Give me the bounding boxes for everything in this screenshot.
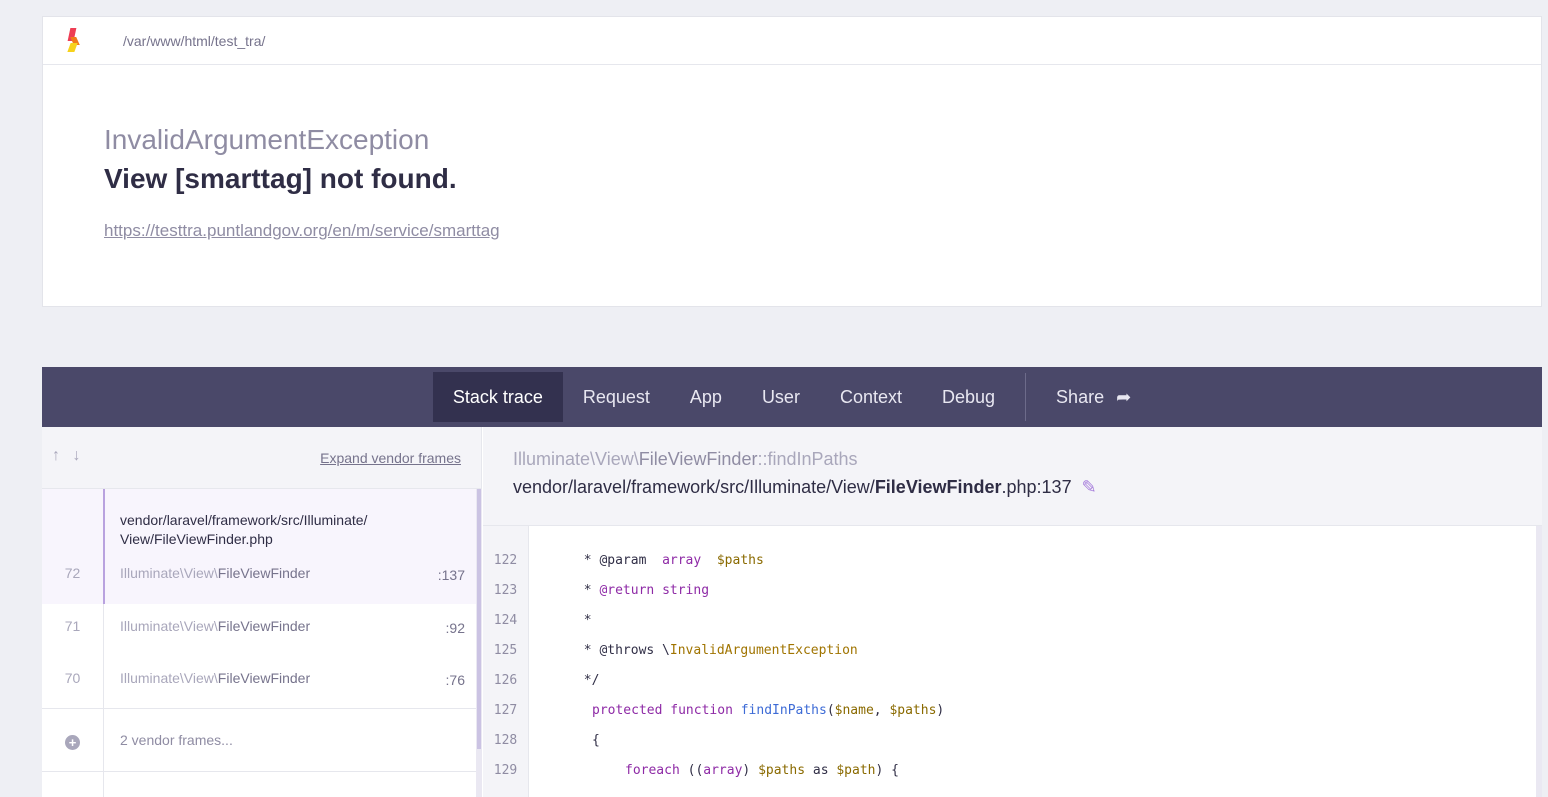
line-number[interactable]: 128 [483, 726, 528, 756]
code-line: * @param array $paths [529, 553, 764, 568]
frame-class: Illuminate\View\FileViewFinder [120, 670, 311, 686]
frame-file-path: vendor/laravel/framework/src/Illuminate/… [513, 477, 1097, 498]
error-card: /var/www/html/test_tra/ InvalidArgumentE… [42, 16, 1542, 307]
exception-message: View [smarttag] not found. [104, 163, 457, 194]
request-url-link[interactable]: https://testtra.puntlandgov.org/en/m/ser… [104, 221, 500, 241]
vendor-frames-group[interactable]: + 2 vendor frames... [42, 708, 481, 772]
tab-request[interactable]: Request [563, 372, 670, 422]
tab-share[interactable]: Share ➦ [1036, 372, 1151, 422]
tab-divider [1025, 373, 1027, 421]
frame-number: 71 [64, 618, 81, 634]
tab-context[interactable]: Context [820, 372, 922, 422]
tab-debug[interactable]: Debug [922, 372, 1015, 422]
stack-frame[interactable]: 71 Illuminate\View\FileViewFinder :92 [42, 604, 481, 656]
code-line: */ [529, 673, 600, 688]
line-number[interactable]: 123 [483, 576, 528, 606]
line-number[interactable]: 126 [483, 666, 528, 696]
frame-class: Illuminate\View\FileViewFinder [120, 618, 311, 634]
code-block: 122 123 124 125 126 127 128 129 * @param… [483, 526, 1542, 797]
frame-line: :137 [437, 567, 465, 583]
line-number[interactable]: 127 [483, 696, 528, 726]
frame-line: :92 [445, 620, 465, 636]
code-line: * @return string [529, 583, 710, 598]
code-line: * @throws \InvalidArgumentException [529, 643, 858, 658]
frames-header: ↑ ↓ Expand vendor frames [42, 427, 481, 489]
frames-list: 72 vendor/laravel/framework/src/Illumina… [42, 489, 481, 797]
stack-frame-selected[interactable]: 72 vendor/laravel/framework/src/Illumina… [42, 489, 481, 604]
share-arrow-icon: ➦ [1116, 386, 1132, 407]
tab-app[interactable]: App [670, 372, 742, 422]
share-label: Share [1056, 386, 1105, 407]
stack-frames-pane: ↑ ↓ Expand vendor frames 72 vendor/larav… [42, 427, 482, 797]
code-line: protected function findInPaths($name, $p… [592, 703, 945, 718]
source-code: * @param array $paths * @return string *… [529, 526, 1534, 797]
line-number[interactable]: 125 [483, 636, 528, 666]
line-numbers: 122 123 124 125 126 127 128 129 [483, 526, 529, 797]
code-viewer: Illuminate\View\FileViewFinder::findInPa… [483, 427, 1542, 797]
expand-vendor-frames-link[interactable]: Expand vendor frames [320, 450, 461, 466]
code-header: Illuminate\View\FileViewFinder::findInPa… [483, 427, 1542, 526]
project-path: /var/www/html/test_tra/ [123, 32, 266, 49]
details-panel: Stack trace Request App User Context Deb… [42, 367, 1542, 797]
line-number[interactable]: 124 [483, 606, 528, 636]
frame-number: 70 [64, 670, 81, 686]
frame-function: Illuminate\View\FileViewFinder::findInPa… [513, 449, 858, 469]
vendor-frames-label: 2 vendor frames... [120, 732, 233, 748]
expand-plus-icon: + [65, 735, 80, 750]
code-line: * [529, 613, 592, 628]
tab-bar: Stack trace Request App User Context Deb… [42, 367, 1542, 427]
code-line: { [592, 733, 600, 748]
code-line: foreach ((array) $paths as $path) { [625, 763, 899, 778]
edit-pencil-icon[interactable]: ✎ [1082, 477, 1097, 498]
code-scrollbar[interactable] [1536, 526, 1542, 797]
line-number[interactable]: 129 [483, 756, 528, 786]
frame-line: :76 [445, 672, 465, 688]
frames-scrollbar-thumb[interactable] [477, 489, 481, 749]
frame-class: Illuminate\View\FileViewFinder [120, 565, 311, 581]
exception-class: InvalidArgumentException [104, 124, 430, 155]
frame-number: 72 [64, 565, 81, 581]
tab-user[interactable]: User [742, 372, 820, 422]
top-bar: /var/www/html/test_tra/ [43, 17, 1541, 65]
line-number[interactable]: 122 [483, 546, 528, 576]
stack-frame[interactable]: 70 Illuminate\View\FileViewFinder :76 [42, 656, 481, 708]
tab-stack-trace[interactable]: Stack trace [432, 372, 563, 422]
frame-nav-arrows-icon[interactable]: ↑ ↓ [52, 447, 84, 465]
frame-file: vendor/laravel/framework/src/Illuminate/… [120, 512, 368, 547]
ignition-logo-icon [63, 27, 83, 54]
